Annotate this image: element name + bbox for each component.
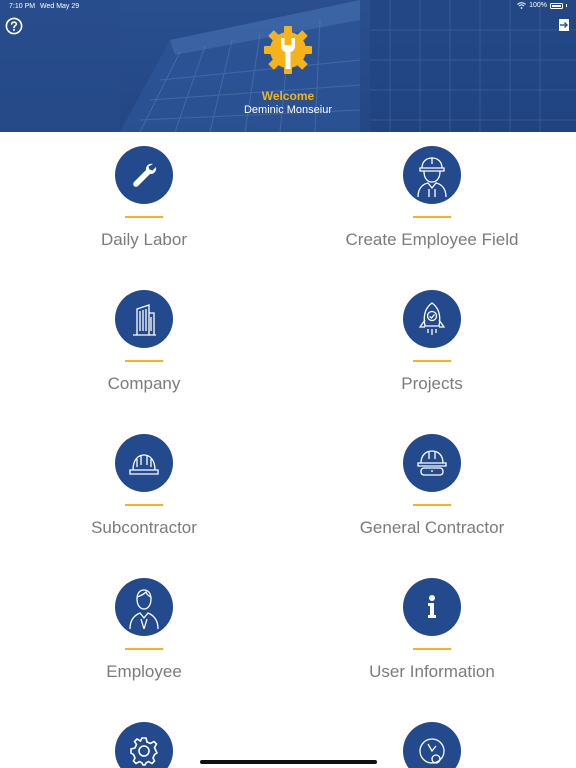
status-right: 100% (517, 2, 567, 9)
accent-underline (125, 216, 163, 218)
menu-icon-circle (403, 290, 461, 348)
home-screen: 7:10 PM Wed May 29 100% Welcome Deminic … (0, 0, 576, 768)
rocket-icon (418, 302, 446, 335)
battery-tip (566, 4, 567, 7)
header-banner: 7:10 PM Wed May 29 100% Welcome Deminic … (0, 0, 576, 132)
helmet-goggles-icon (417, 450, 447, 476)
clock-gear-icon (419, 738, 445, 764)
menu-label: Company (107, 374, 181, 393)
help-button[interactable] (5, 17, 23, 35)
office-building-icon (133, 304, 156, 336)
status-time: 7:10 PM (9, 3, 36, 10)
menu-label: User Information (369, 662, 495, 681)
menu-icon-circle (115, 722, 173, 768)
accent-underline (413, 648, 451, 650)
menu-label: Employee (106, 662, 182, 681)
gear-wrench-logo-icon (264, 26, 312, 74)
wifi-icon (517, 2, 526, 9)
accent-underline (413, 504, 451, 506)
menu-label: Projects (401, 374, 463, 393)
welcome-text: Welcome (261, 89, 315, 103)
status-bar: 7:10 PM Wed May 29 100% (0, 0, 576, 14)
menu-label: Subcontractor (91, 518, 197, 537)
menu-icon-circle (115, 146, 173, 204)
accent-underline (125, 504, 163, 506)
menu-label: General Contractor (359, 518, 505, 537)
settings-gear-icon (130, 737, 159, 766)
accent-underline (413, 216, 451, 218)
wrench-icon (133, 163, 157, 187)
person-icon (129, 589, 159, 629)
menu-label: Daily Labor (101, 230, 187, 249)
info-icon (428, 595, 436, 618)
hard-hat-worker-icon (417, 157, 447, 197)
battery-percent: 100% (529, 2, 547, 9)
menu-icon-circle (115, 290, 173, 348)
accent-underline (125, 648, 163, 650)
menu-icon-circle (403, 146, 461, 204)
home-indicator[interactable] (200, 760, 377, 764)
menu-icon-circle (403, 578, 461, 636)
logout-icon[interactable] (557, 18, 571, 32)
user-name: Deminic Monseiur (243, 104, 333, 116)
accent-underline (125, 360, 163, 362)
menu-icon-circle (403, 434, 461, 492)
battery-icon (550, 2, 563, 9)
menu-label: Create Employee Field (345, 230, 519, 249)
status-date: Wed May 29 (40, 3, 80, 10)
hard-hat-icon (129, 454, 159, 475)
menu-icon-circle (403, 722, 461, 768)
menu-icon-circle (115, 578, 173, 636)
accent-underline (413, 360, 451, 362)
menu-icon-circle (115, 434, 173, 492)
